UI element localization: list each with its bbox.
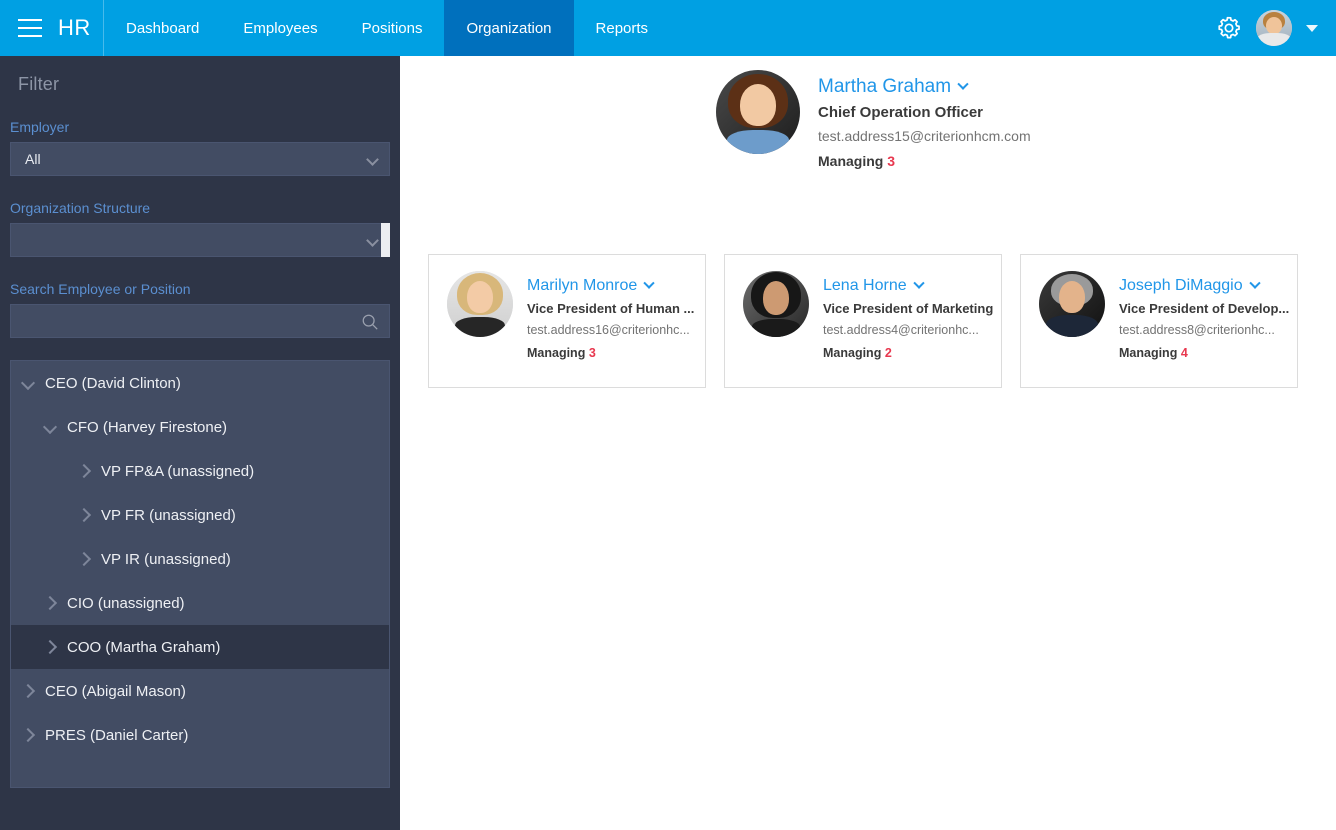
chevron-down-icon bbox=[366, 153, 379, 166]
org-root-email: test.address15@criterionhcm.com bbox=[818, 128, 1031, 144]
tree-node-label: COO (Martha Graham) bbox=[67, 638, 221, 656]
org-structure-label: Organization Structure bbox=[10, 200, 151, 216]
org-child-card[interactable]: Marilyn Monroe Vice President of Human ..… bbox=[428, 254, 706, 388]
gear-icon[interactable] bbox=[1216, 15, 1242, 41]
employer-select-value: All bbox=[25, 151, 41, 167]
org-root-title: Chief Operation Officer bbox=[818, 104, 984, 121]
org-root-card[interactable]: Martha Graham Chief Operation Officer te… bbox=[716, 70, 1031, 169]
org-root-managing: Managing 3 bbox=[818, 153, 896, 169]
org-root-info: Martha Graham Chief Operation Officer te… bbox=[818, 70, 1031, 169]
chevron-right-icon[interactable] bbox=[76, 463, 92, 479]
filter-sidebar: Filter Employer All Organization Structu… bbox=[0, 56, 400, 830]
chevron-right-icon[interactable] bbox=[42, 639, 58, 655]
tree-node[interactable]: CIO (unassigned) bbox=[11, 581, 389, 625]
tree-node[interactable]: CEO (David Clinton) bbox=[11, 361, 389, 405]
chevron-down-icon[interactable] bbox=[42, 419, 58, 435]
managing-count: 3 bbox=[887, 153, 896, 169]
chevron-down-icon[interactable] bbox=[20, 375, 36, 391]
tree-node-label: VP FR (unassigned) bbox=[101, 506, 236, 524]
org-child-info: Marilyn Monroe Vice President of Human ..… bbox=[527, 271, 694, 360]
org-structure-field-group: Organization Structure bbox=[0, 200, 400, 257]
org-child-email: test.address4@criterionhc... bbox=[823, 323, 979, 337]
tree-node-label: CEO (David Clinton) bbox=[45, 374, 181, 392]
filter-heading: Filter bbox=[18, 74, 60, 94]
chevron-right-icon[interactable] bbox=[76, 507, 92, 523]
managing-count: 4 bbox=[1180, 346, 1188, 360]
tab-employees[interactable]: Employees bbox=[221, 0, 339, 56]
organization-tree: CEO (David Clinton) CFO (Harvey Firestone… bbox=[10, 360, 390, 788]
org-child-name[interactable]: Lena Horne bbox=[823, 277, 925, 295]
org-child-title: Vice President of Develop... bbox=[1119, 301, 1290, 316]
nav-tabs: Dashboard Employees Positions Organizati… bbox=[104, 0, 670, 56]
tree-node[interactable]: PRES (Daniel Carter) bbox=[11, 713, 389, 757]
tab-reports[interactable]: Reports bbox=[574, 0, 671, 56]
nav-right-actions bbox=[1216, 0, 1336, 56]
chevron-right-icon[interactable] bbox=[20, 727, 36, 743]
top-navigation-bar: HR Dashboard Employees Positions Organiz… bbox=[0, 0, 1336, 56]
brand-area: HR bbox=[0, 0, 104, 56]
org-root-name[interactable]: Martha Graham bbox=[818, 76, 969, 98]
org-chart-canvas: Martha Graham Chief Operation Officer te… bbox=[400, 56, 1336, 830]
org-child-info: Joseph DiMaggio Vice President of Develop… bbox=[1119, 271, 1289, 360]
avatar[interactable] bbox=[1256, 10, 1292, 46]
tree-node-label: VP IR (unassigned) bbox=[101, 550, 231, 568]
tree-node[interactable]: COO (Martha Graham) bbox=[11, 625, 389, 669]
employer-label: Employer bbox=[10, 119, 70, 135]
chevron-right-icon[interactable] bbox=[76, 551, 92, 567]
tab-organization[interactable]: Organization bbox=[444, 0, 574, 56]
chevron-down-icon[interactable] bbox=[957, 78, 969, 90]
search-box[interactable] bbox=[10, 304, 390, 338]
org-child-email: test.address16@criterionhc... bbox=[527, 323, 690, 337]
org-child-managing: Managing 3 bbox=[527, 346, 596, 360]
org-child-managing: Managing 2 bbox=[823, 346, 892, 360]
org-child-card[interactable]: Lena Horne Vice President of Marketing tes… bbox=[724, 254, 1002, 388]
org-child-managing: Managing 4 bbox=[1119, 346, 1188, 360]
tree-node[interactable]: VP IR (unassigned) bbox=[11, 537, 389, 581]
chevron-down-icon[interactable] bbox=[1248, 277, 1261, 289]
chevron-down-icon[interactable] bbox=[912, 277, 925, 289]
search-field-group: Search Employee or Position bbox=[0, 281, 400, 338]
tree-node-label: PRES (Daniel Carter) bbox=[45, 726, 189, 744]
avatar-face bbox=[1256, 10, 1292, 46]
tree-node-label: VP FP&A (unassigned) bbox=[101, 462, 255, 480]
search-input[interactable] bbox=[25, 313, 355, 329]
managing-count: 2 bbox=[884, 346, 892, 360]
org-child-name[interactable]: Marilyn Monroe bbox=[527, 277, 655, 295]
brand-label: HR bbox=[58, 15, 91, 40]
employer-select[interactable]: All bbox=[10, 142, 390, 176]
tree-node[interactable]: CEO (Abigail Mason) bbox=[11, 669, 389, 713]
chevron-right-icon[interactable] bbox=[42, 595, 58, 611]
chevron-down-icon[interactable] bbox=[643, 277, 655, 289]
tab-positions[interactable]: Positions bbox=[340, 0, 445, 56]
photo-martha-graham bbox=[716, 70, 800, 154]
tree-node-label: CFO (Harvey Firestone) bbox=[67, 418, 228, 436]
org-children-row: Marilyn Monroe Vice President of Human ..… bbox=[428, 254, 1298, 388]
tab-dashboard[interactable]: Dashboard bbox=[104, 0, 221, 56]
tree-node[interactable]: VP FR (unassigned) bbox=[11, 493, 389, 537]
search-icon[interactable] bbox=[361, 313, 379, 331]
chevron-down-icon[interactable] bbox=[1306, 24, 1318, 32]
org-child-name[interactable]: Joseph DiMaggio bbox=[1119, 277, 1261, 295]
org-child-card[interactable]: Joseph DiMaggio Vice President of Develop… bbox=[1020, 254, 1298, 388]
managing-count: 3 bbox=[588, 346, 596, 360]
chevron-down-icon bbox=[366, 234, 379, 247]
tree-node[interactable]: VP FP&A (unassigned) bbox=[11, 449, 389, 493]
photo-joseph-dimaggio bbox=[1039, 271, 1105, 337]
photo-lena-horne bbox=[743, 271, 809, 337]
tree-node-label: CEO (Abigail Mason) bbox=[45, 682, 186, 700]
search-label: Search Employee or Position bbox=[10, 281, 191, 297]
org-child-title: Vice President of Marketing bbox=[823, 301, 994, 316]
tree-node-label: CIO (unassigned) bbox=[67, 594, 185, 612]
tree-node[interactable]: CFO (Harvey Firestone) bbox=[11, 405, 389, 449]
employer-field-group: Employer All bbox=[0, 119, 400, 176]
hamburger-icon[interactable] bbox=[18, 19, 42, 37]
org-child-title: Vice President of Human ... bbox=[527, 301, 695, 316]
org-child-email: test.address8@criterionhc... bbox=[1119, 323, 1275, 337]
org-structure-select[interactable] bbox=[10, 223, 390, 257]
chevron-right-icon[interactable] bbox=[20, 683, 36, 699]
org-child-info: Lena Horne Vice President of Marketing tes… bbox=[823, 271, 993, 360]
photo-marilyn-monroe bbox=[447, 271, 513, 337]
